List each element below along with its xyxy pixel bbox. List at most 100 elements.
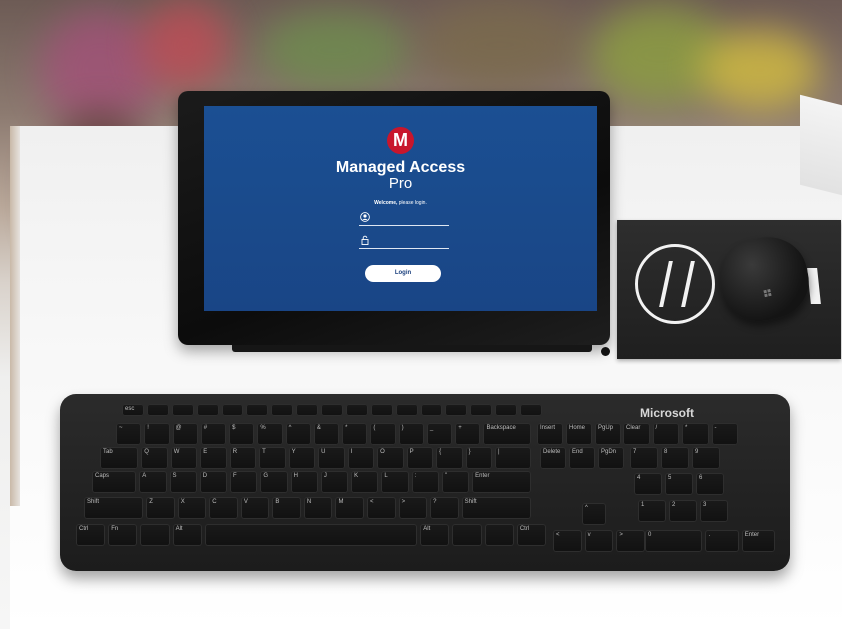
key[interactable]: / [652, 423, 679, 445]
key[interactable] [520, 404, 542, 416]
key[interactable] [204, 524, 418, 546]
key[interactable]: - [711, 423, 738, 445]
key[interactable]: 1 [638, 500, 666, 522]
key[interactable]: Ctrl [516, 524, 546, 546]
key[interactable]: { [436, 447, 463, 469]
key[interactable]: U [318, 447, 345, 469]
key[interactable] [321, 404, 343, 416]
key[interactable]: B [272, 497, 301, 519]
key[interactable]: ? [430, 497, 459, 519]
key[interactable]: R [229, 447, 257, 469]
username-input[interactable] [359, 211, 449, 226]
key[interactable]: Ctrl [76, 524, 106, 546]
key[interactable]: Shift [84, 497, 144, 519]
key[interactable]: esc [122, 404, 144, 416]
key[interactable]: 5 [665, 473, 693, 495]
key[interactable]: 8 [661, 447, 689, 469]
key[interactable] [171, 404, 194, 416]
key[interactable] [470, 404, 493, 416]
key[interactable]: X [177, 497, 207, 519]
key[interactable]: PgDn [598, 447, 624, 469]
key[interactable]: K [351, 471, 379, 493]
key[interactable]: } [465, 447, 493, 469]
key[interactable]: Caps [92, 471, 137, 493]
key[interactable] [452, 524, 482, 546]
key[interactable]: S [169, 471, 197, 493]
key[interactable]: J [320, 471, 349, 493]
key[interactable]: Backspace [483, 423, 531, 445]
key[interactable]: | [495, 447, 531, 469]
key[interactable]: Tab [100, 447, 139, 469]
key[interactable] [395, 404, 418, 416]
key[interactable]: 4 [634, 473, 662, 495]
key[interactable]: F [230, 471, 258, 493]
key[interactable]: A [139, 471, 167, 493]
key[interactable]: 7 [630, 447, 658, 469]
key[interactable]: O [377, 447, 404, 469]
key[interactable]: 6 [696, 473, 724, 495]
key[interactable]: & [313, 423, 340, 445]
key[interactable]: G [260, 471, 288, 493]
key[interactable]: L [381, 471, 409, 493]
key[interactable]: * [682, 423, 709, 445]
key[interactable]: V [240, 497, 270, 519]
key[interactable]: C [209, 497, 238, 519]
key[interactable] [445, 404, 468, 416]
key[interactable]: % [257, 423, 283, 445]
key[interactable]: N [303, 497, 333, 519]
password-input[interactable] [359, 234, 449, 249]
key[interactable]: End [569, 447, 595, 469]
key[interactable]: H [290, 471, 318, 493]
key[interactable]: + [455, 423, 481, 445]
key[interactable]: Alt [172, 524, 202, 546]
key[interactable]: Alt [420, 524, 450, 546]
key[interactable]: 2 [669, 500, 697, 522]
key[interactable]: PgUp [595, 423, 621, 445]
key[interactable]: Y [288, 447, 316, 469]
key[interactable]: ! [144, 423, 170, 445]
key[interactable]: Fn [108, 524, 138, 546]
key[interactable] [246, 404, 269, 416]
key[interactable] [296, 404, 318, 416]
key[interactable]: $ [229, 423, 255, 445]
key[interactable]: D [199, 471, 228, 493]
key[interactable]: Delete [540, 447, 566, 469]
key[interactable]: * [342, 423, 368, 445]
key[interactable]: ) [398, 423, 424, 445]
key[interactable]: 3 [700, 500, 728, 522]
key[interactable]: : [411, 471, 439, 493]
key[interactable] [495, 404, 517, 416]
key[interactable]: I [347, 447, 375, 469]
key[interactable]: W [170, 447, 198, 469]
key[interactable]: 9 [692, 447, 720, 469]
key[interactable] [271, 404, 294, 416]
key[interactable]: . [705, 530, 739, 552]
key[interactable]: P [406, 447, 434, 469]
key[interactable]: ~ [116, 423, 142, 445]
key[interactable]: Shift [461, 497, 532, 519]
key[interactable]: ^ [285, 423, 311, 445]
key[interactable]: @ [172, 423, 198, 445]
key[interactable]: ^ [582, 503, 606, 525]
login-button[interactable]: Login [365, 265, 441, 282]
key[interactable] [146, 404, 169, 416]
key[interactable]: Home [566, 423, 592, 445]
key[interactable]: " [441, 471, 470, 493]
key[interactable]: < [367, 497, 396, 519]
key[interactable] [196, 404, 219, 416]
key[interactable]: Z [146, 497, 175, 519]
key[interactable]: Q [141, 447, 168, 469]
key[interactable]: Enter [741, 530, 775, 552]
key[interactable] [140, 524, 170, 546]
key[interactable]: Insert [537, 423, 563, 445]
key[interactable] [221, 404, 244, 416]
key[interactable]: v [584, 530, 614, 552]
key[interactable] [370, 404, 393, 416]
key[interactable]: _ [426, 423, 453, 445]
key[interactable]: Clear [623, 423, 650, 445]
key[interactable]: # [200, 423, 227, 445]
key[interactable]: > [398, 497, 428, 519]
key[interactable] [345, 404, 368, 416]
key[interactable]: E [200, 447, 227, 469]
key[interactable] [420, 404, 443, 416]
